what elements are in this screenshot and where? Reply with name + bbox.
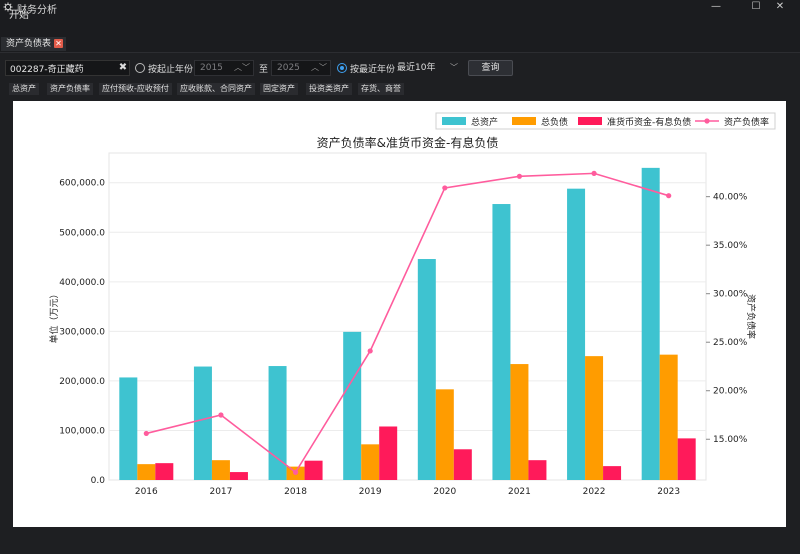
document-tab-strip xyxy=(0,36,800,53)
bar-total-assets xyxy=(343,331,362,480)
y2-tick-label: 25.00% xyxy=(713,338,748,348)
x-tick-label: 2020 xyxy=(433,487,456,497)
bar-total-liabilities xyxy=(435,389,454,480)
bar-total-liabilities xyxy=(659,354,678,480)
y2-tick-label: 20.00% xyxy=(713,387,748,397)
point-debt-ratio xyxy=(143,430,149,437)
legend-cash-minus-debt-label: 准货币资金-有息负债 xyxy=(607,116,691,128)
bar-cash-minus-debt xyxy=(603,466,622,480)
bar-total-assets xyxy=(641,167,660,480)
start-year-value: 2015 xyxy=(200,63,223,73)
close-icon[interactable]: ✕ xyxy=(54,39,64,48)
chart-panel: 0.0 100,000.0 200,000.0 300,000.0 400,000.0 5… xyxy=(13,101,786,527)
bar-total-liabilities xyxy=(137,464,156,480)
legend-total-liabilities-label: 总负债 xyxy=(541,116,568,128)
y2-tick-label: 30.00% xyxy=(713,290,748,300)
bar-total-liabilities xyxy=(585,356,604,480)
y2-tick-label: 15.00% xyxy=(713,435,748,445)
bar-total-assets xyxy=(193,366,212,480)
legend-debt-ratio-marker xyxy=(704,118,710,124)
y-tick-label: 400,000.0 xyxy=(59,278,105,288)
legend-cash-minus-debt-swatch xyxy=(578,117,602,125)
close-button[interactable]: ✕ xyxy=(760,0,800,14)
bar-total-liabilities xyxy=(510,364,529,480)
point-debt-ratio xyxy=(218,412,224,418)
bar-total-liabilities xyxy=(211,460,230,480)
recent-years-select[interactable]: 最近10年 ﹀ xyxy=(391,60,461,76)
x-tick-label: 2022 xyxy=(583,487,606,497)
bar-total-liabilities xyxy=(361,444,380,480)
radio-by-year-range[interactable] xyxy=(135,63,145,73)
spin-arrows-icon[interactable]: ︿﹀ xyxy=(311,61,327,75)
bar-cash-minus-debt xyxy=(229,472,248,480)
bar-total-assets xyxy=(119,377,138,480)
end-year-spinbox[interactable]: 2025 ︿﹀ xyxy=(271,60,331,76)
recent-years-label: 按最近年份 xyxy=(350,65,396,75)
menu-bar xyxy=(0,14,800,36)
menu-start[interactable]: 开始 xyxy=(9,6,29,21)
x-tick-label: 2021 xyxy=(508,487,531,497)
radio-recent-years[interactable] xyxy=(337,63,347,73)
subtab-accounts-receivable[interactable]: 应收账款、合同资产 xyxy=(177,83,255,95)
y-tick-label: 500,000.0 xyxy=(59,228,105,238)
point-debt-ratio xyxy=(367,348,373,354)
subtab-total-assets[interactable]: 总资产 xyxy=(9,83,39,95)
x-tick-label: 2017 xyxy=(209,487,232,497)
y-tick-label: 100,000.0 xyxy=(59,426,105,436)
x-tick-label: 2018 xyxy=(284,487,307,497)
point-debt-ratio xyxy=(591,170,597,176)
spin-arrows-icon[interactable]: ︿﹀ xyxy=(234,61,250,75)
bar-cash-minus-debt xyxy=(453,449,472,480)
by-year-range-label: 按起止年份 xyxy=(148,65,194,75)
y2-tick-label: 40.00% xyxy=(713,193,748,203)
bar-cash-minus-debt xyxy=(155,463,174,480)
query-button[interactable]: 查询 xyxy=(468,60,513,76)
bar-cash-minus-debt xyxy=(304,460,323,480)
bar-total-assets xyxy=(492,204,511,481)
stock-field[interactable]: ✖ xyxy=(5,60,130,76)
document-tab-balance-sheet[interactable]: 资产负债表 ✕ xyxy=(1,37,67,51)
end-year-value: 2025 xyxy=(277,63,300,73)
subtab-inventory-goodwill[interactable]: 存货、商誉 xyxy=(358,83,404,95)
subtab-investment-assets[interactable]: 投资类资产 xyxy=(306,83,352,95)
minimize-button[interactable]: — xyxy=(696,0,736,14)
bar-cash-minus-debt xyxy=(677,438,696,480)
point-debt-ratio xyxy=(666,193,672,199)
point-debt-ratio xyxy=(516,173,523,179)
chart-title: 资产负债率&准货币资金-有息负债 xyxy=(317,135,499,150)
y-tick-label: 0.0 xyxy=(91,476,106,486)
clear-icon[interactable]: ✖ xyxy=(117,62,129,74)
legend-total-assets-label: 总资产 xyxy=(471,116,498,128)
legend-total-liabilities-swatch xyxy=(512,117,536,125)
x-tick-label: 2019 xyxy=(359,487,382,497)
x-tick-label: 2016 xyxy=(135,487,158,497)
subtab-debt-ratio[interactable]: 资产负债率 xyxy=(47,83,93,95)
document-tab-label: 资产负债表 xyxy=(6,39,52,49)
title-bar xyxy=(0,0,800,14)
bar-total-assets xyxy=(417,259,436,480)
subtab-payables-receivables[interactable]: 应付预收-应收预付 xyxy=(99,83,172,95)
y-axis-label: 单位（万元） xyxy=(48,289,60,343)
start-year-spinbox[interactable]: 2015 ︿﹀ xyxy=(194,60,254,76)
bar-cash-minus-debt xyxy=(528,460,547,480)
y-tick-label: 200,000.0 xyxy=(59,377,105,387)
x-tick-label: 2023 xyxy=(657,487,680,497)
to-label: 至 xyxy=(259,65,269,75)
y-tick-label: 300,000.0 xyxy=(59,327,105,337)
stock-input[interactable] xyxy=(10,62,110,74)
y2-axis-label: 资产负债率 xyxy=(745,294,757,339)
y-tick-label: 600,000.0 xyxy=(59,179,105,189)
point-debt-ratio xyxy=(292,469,299,475)
chevron-down-icon: ﹀ xyxy=(450,63,458,72)
recent-years-value: 最近10年 xyxy=(397,63,436,73)
bar-cash-minus-debt xyxy=(379,426,398,480)
chart-canvas: 0.0 100,000.0 200,000.0 300,000.0 400,000.0 5… xyxy=(48,112,776,497)
bar-total-assets xyxy=(567,188,586,480)
legend-total-assets-swatch xyxy=(442,117,466,125)
y2-tick-label: 35.00% xyxy=(713,241,748,251)
subtab-fixed-assets[interactable]: 固定资产 xyxy=(260,83,298,95)
point-debt-ratio xyxy=(442,185,448,191)
legend-debt-ratio-label: 资产负债率 xyxy=(724,116,769,128)
